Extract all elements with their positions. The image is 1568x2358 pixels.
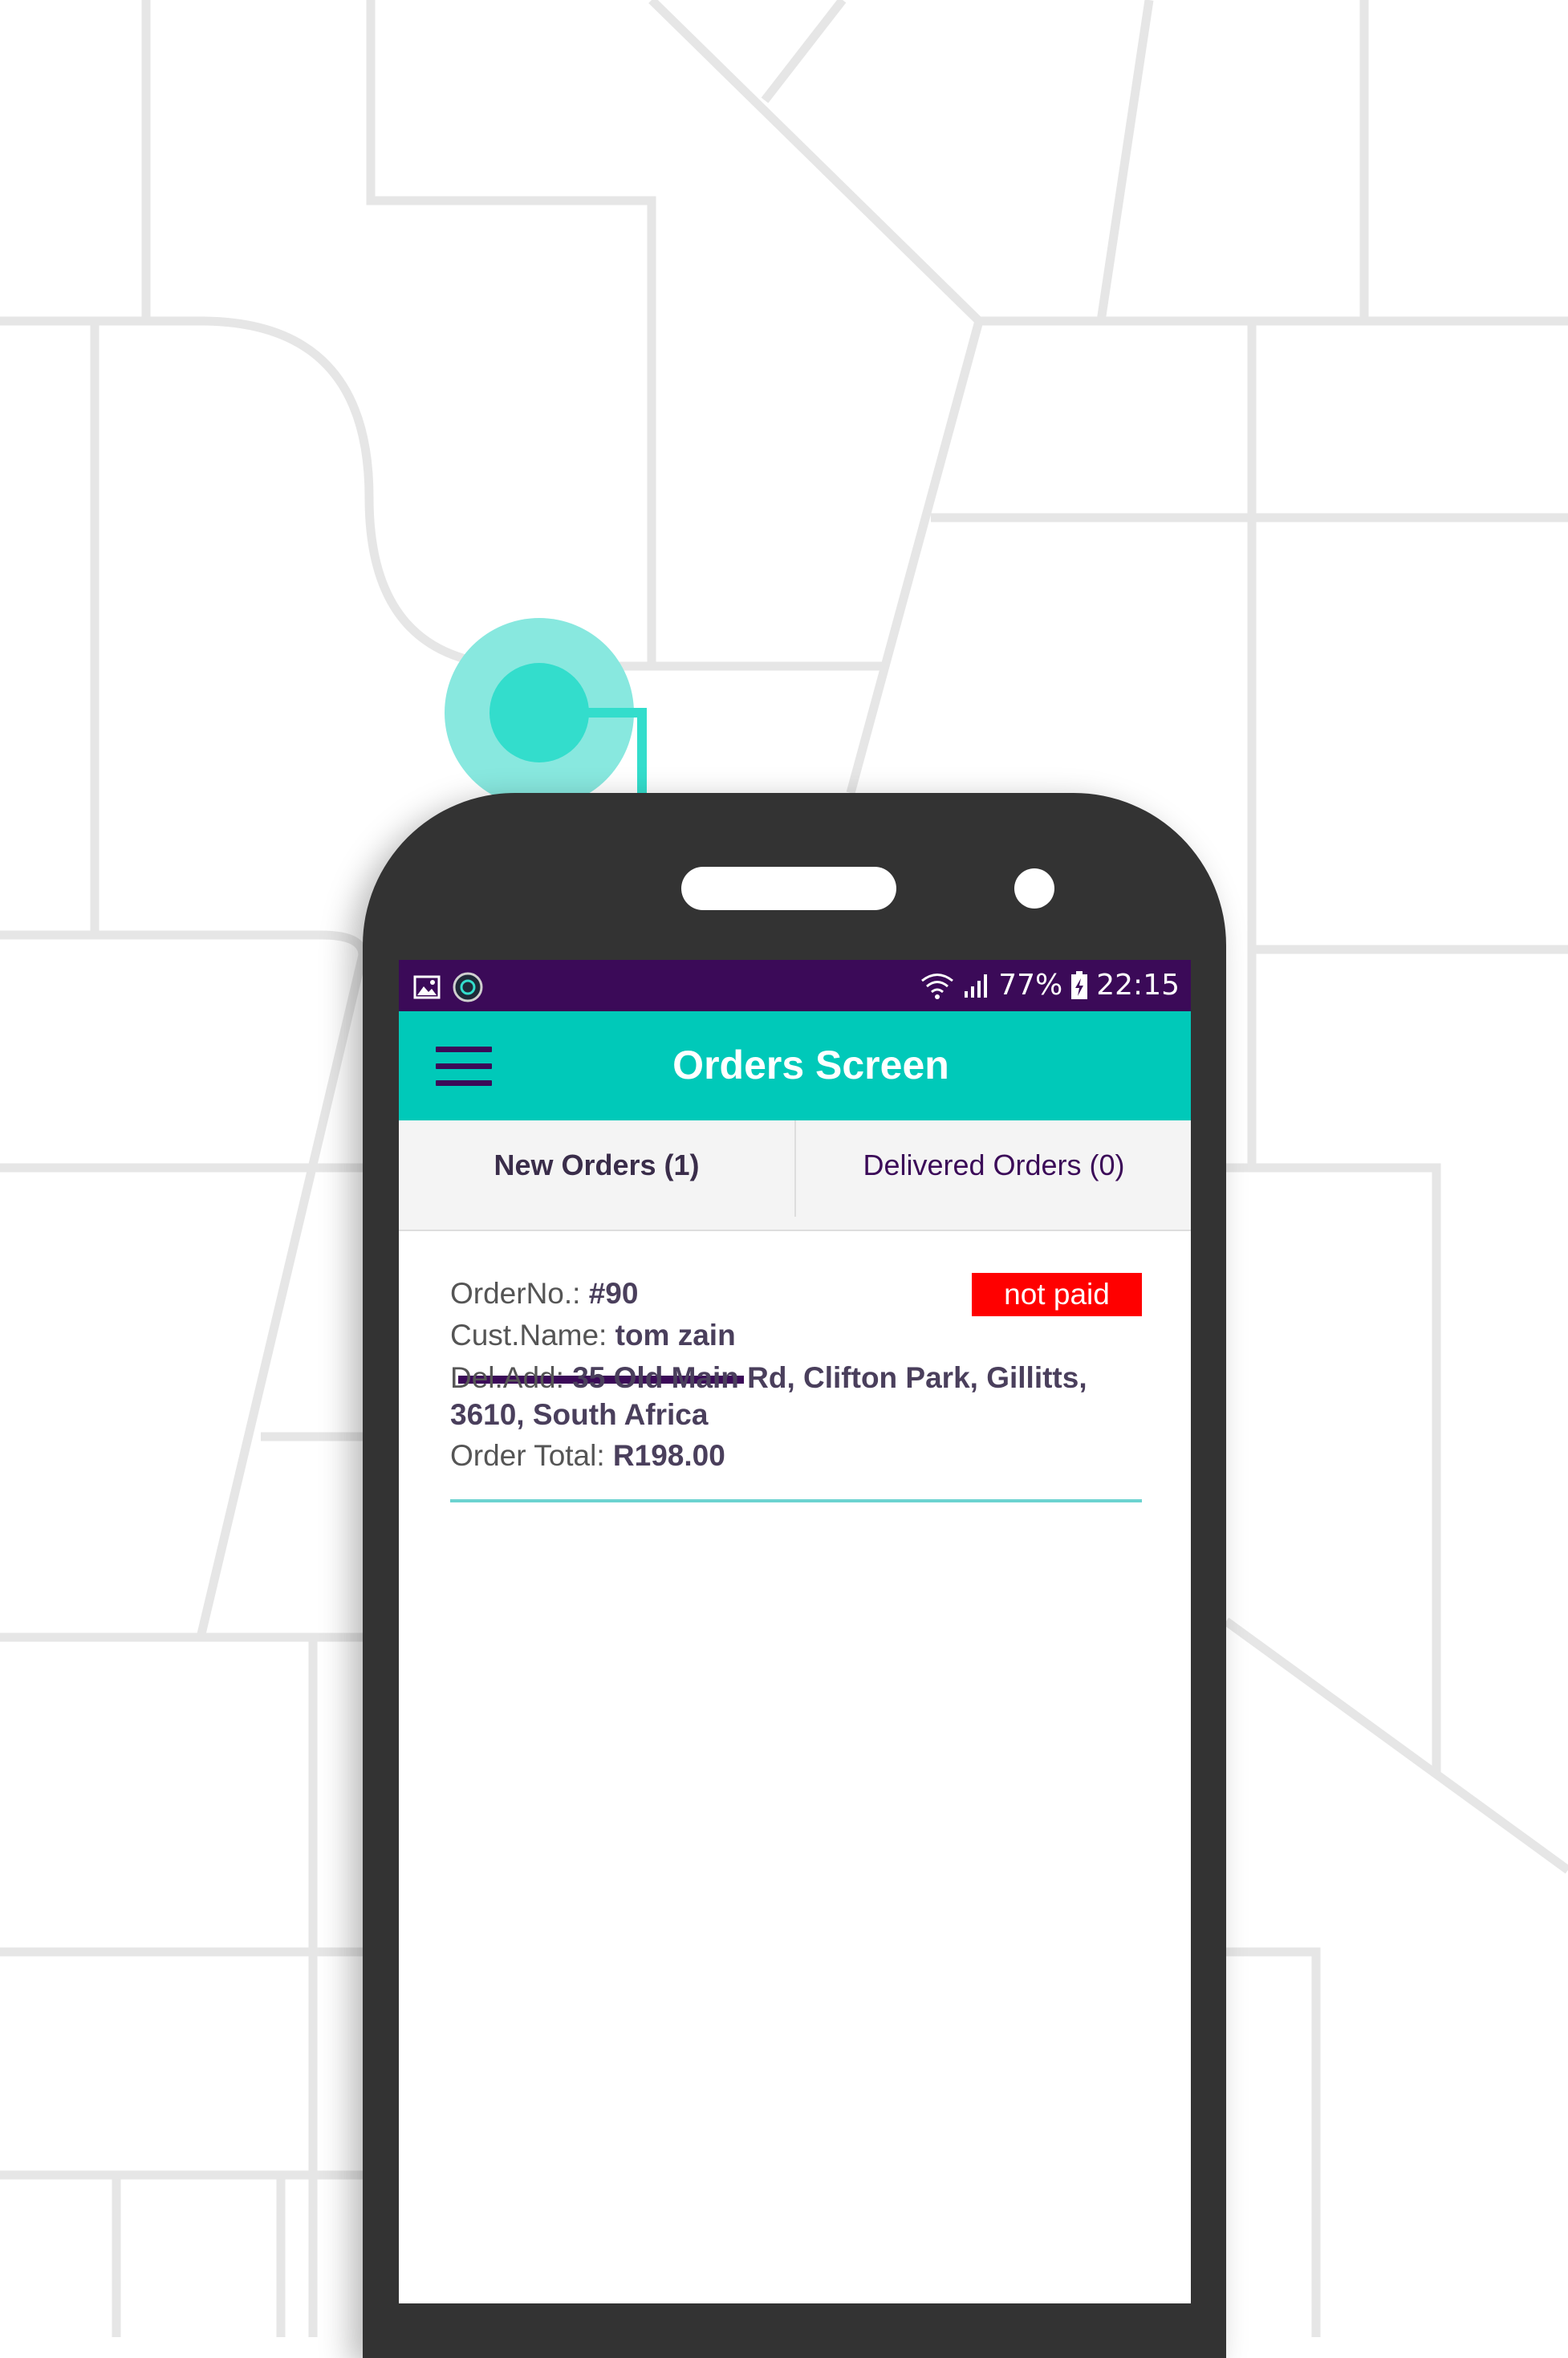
order-card[interactable]: not paid OrderNo.: #90 Cust.Name: tom za… [450, 1273, 1142, 1477]
delivery-address-row: Del.Add: 35 Old Main Rd, Clifton Park, G… [450, 1360, 1142, 1433]
customer-name-value: tom zain [615, 1319, 736, 1352]
customer-name-row: Cust.Name: tom zain [450, 1315, 1142, 1356]
image-icon [413, 975, 441, 999]
wifi-icon [921, 974, 954, 999]
app-bar: Orders Screen [399, 1011, 1191, 1120]
app-notification-icon [453, 972, 483, 1002]
location-marker-icon [445, 618, 647, 807]
phone-speaker [681, 867, 896, 910]
order-number-label: OrderNo.: [450, 1277, 589, 1310]
delivery-address-label: Del.Add: [450, 1361, 573, 1394]
phone-mockup: 77% 22:15 Orders Screen New Orders (1) D… [363, 793, 1226, 2358]
customer-name-label: Cust.Name: [450, 1319, 615, 1352]
order-tabs: New Orders (1) Delivered Orders (0) [399, 1120, 1191, 1384]
battery-icon [1071, 971, 1088, 999]
order-total-row: Order Total: R198.00 [450, 1435, 1142, 1477]
order-divider [450, 1499, 1142, 1502]
status-time: 22:15 [1096, 969, 1180, 1002]
tab-new-orders[interactable]: New Orders (1) [399, 1120, 794, 1230]
payment-status-badge: not paid [972, 1273, 1142, 1316]
order-total-value: R198.00 [612, 1439, 725, 1472]
order-total-label: Order Total: [450, 1439, 613, 1472]
battery-percentage: 77% [998, 969, 1063, 1002]
status-bar: 77% 22:15 [399, 960, 1191, 1011]
order-number-value: #90 [588, 1277, 639, 1310]
page-title: Orders Screen [672, 1043, 949, 1088]
phone-camera [1014, 868, 1054, 909]
signal-icon [965, 974, 988, 998]
phone-screen: 77% 22:15 Orders Screen New Orders (1) D… [399, 960, 1191, 2303]
tab-delivered-orders[interactable]: Delivered Orders (0) [796, 1120, 1191, 1230]
